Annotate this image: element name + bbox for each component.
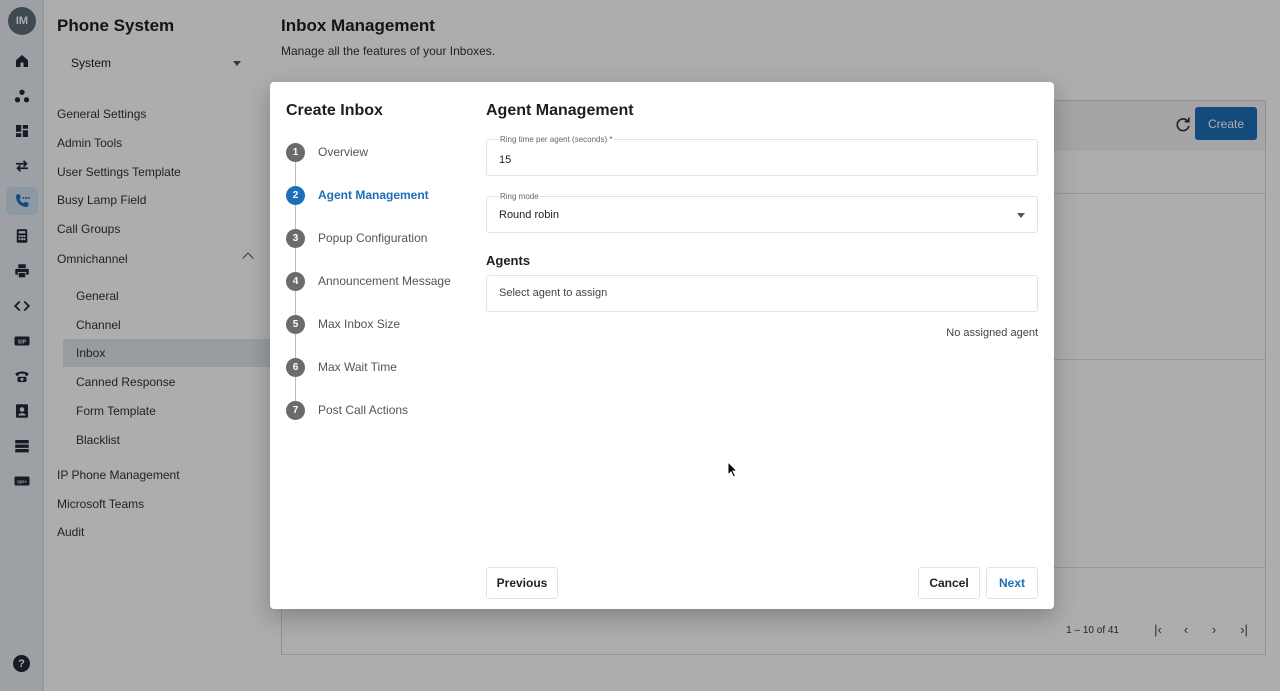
next-button[interactable]: Next [986, 567, 1038, 599]
step-number: 5 [286, 314, 305, 334]
step-number: 2 [286, 185, 305, 205]
step-number: 6 [286, 357, 305, 377]
step-overview[interactable]: 1 Overview [286, 142, 368, 162]
step-connector [295, 205, 296, 229]
step-number: 7 [286, 400, 305, 420]
ring-time-value: 15 [499, 154, 512, 166]
no-assigned-agent-text: No assigned agent [946, 327, 1038, 339]
step-label: Agent Management [318, 188, 429, 202]
step-connector [295, 291, 296, 315]
section-title: Agent Management [486, 102, 634, 119]
step-number: 4 [286, 271, 305, 291]
step-label: Announcement Message [318, 274, 451, 288]
ring-mode-label: Ring mode [499, 192, 540, 201]
ring-time-label: Ring time per agent (seconds) * [499, 135, 614, 144]
step-connector [295, 334, 296, 358]
previous-button[interactable]: Previous [486, 567, 558, 599]
step-number: 3 [286, 228, 305, 248]
ring-time-field[interactable]: Ring time per agent (seconds) * 15 [486, 135, 1038, 176]
step-label: Max Inbox Size [318, 317, 401, 331]
step-max-wait-time[interactable]: 6 Max Wait Time [286, 357, 397, 377]
step-label: Post Call Actions [318, 403, 409, 417]
step-label: Overview [318, 145, 369, 159]
agent-select-input[interactable]: Select agent to assign [486, 275, 1038, 312]
cancel-button[interactable]: Cancel [918, 567, 980, 599]
chevron-down-icon [1017, 213, 1025, 218]
create-inbox-dialog: Create Inbox 1 Overview 2 Agent Manageme… [270, 82, 1054, 609]
step-announcement-message[interactable]: 4 Announcement Message [286, 271, 451, 291]
step-agent-management[interactable]: 2 Agent Management [286, 185, 429, 205]
mouse-cursor-icon [727, 461, 739, 478]
step-popup-configuration[interactable]: 3 Popup Configuration [286, 228, 427, 248]
step-label: Max Wait Time [318, 360, 397, 374]
agents-heading: Agents [486, 253, 531, 268]
step-number: 1 [286, 142, 305, 162]
step-post-call-actions[interactable]: 7 Post Call Actions [286, 400, 408, 420]
dialog-title: Create Inbox [286, 102, 383, 119]
agent-select-placeholder: Select agent to assign [499, 287, 608, 299]
step-connector [295, 248, 296, 272]
step-max-inbox-size[interactable]: 5 Max Inbox Size [286, 314, 400, 334]
step-connector [295, 377, 296, 401]
step-connector [295, 162, 296, 186]
ring-mode-select[interactable]: Ring mode Round robin [486, 192, 1038, 233]
step-label: Popup Configuration [318, 231, 428, 245]
ring-mode-value: Round robin [499, 209, 559, 221]
